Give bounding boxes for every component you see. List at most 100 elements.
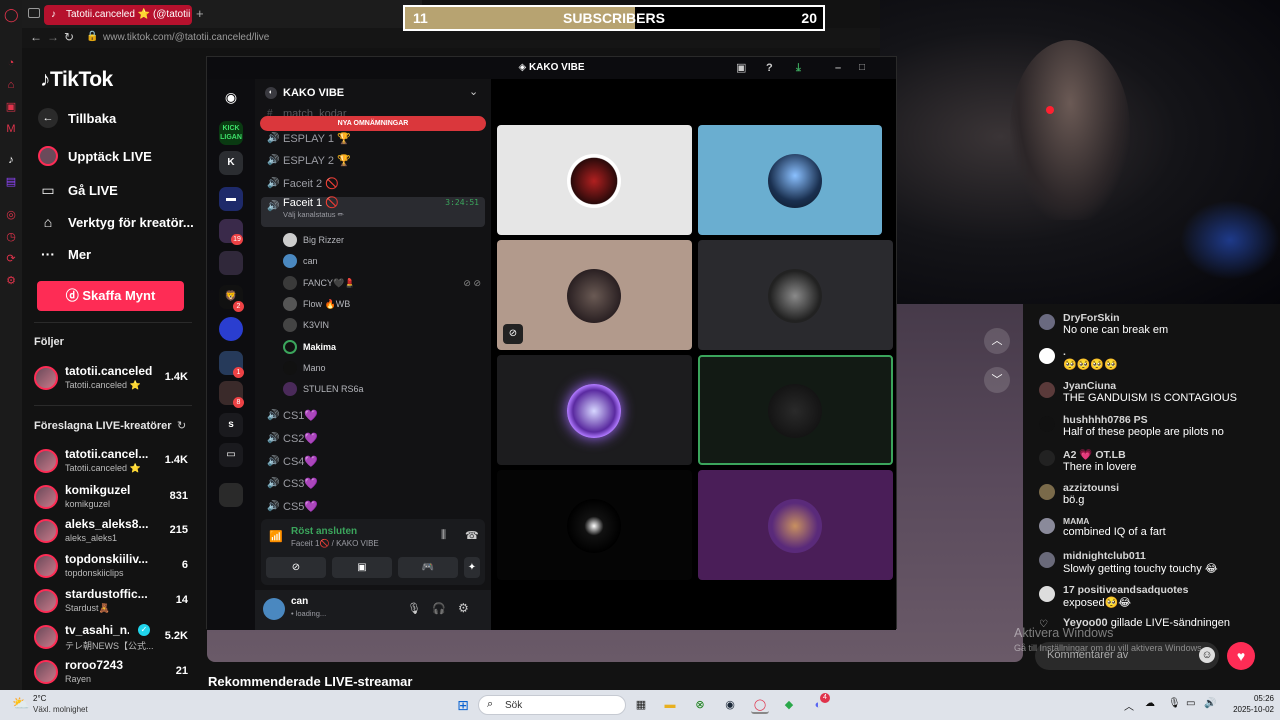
nav-upptack-live[interactable]: Upptäck LIVE: [38, 146, 152, 166]
voice-channel[interactable]: 🔊 CS1💜: [261, 406, 485, 426]
active-voice-channel[interactable]: 🔊 Faceit 1 🚫 Välj kanalstatus ✏ 3:24:51: [261, 197, 485, 227]
chat-message[interactable]: A2 💗 OT.LB There in lovere: [1039, 448, 1261, 473]
video-tile[interactable]: ⊘: [497, 240, 692, 350]
forward-icon[interactable]: →: [47, 30, 59, 44]
tab-tiktok[interactable]: ♪ Tatotii.canceled ⭐ (@tatotii: [44, 5, 192, 25]
camera-button[interactable]: ⊘: [266, 557, 326, 578]
video-tile[interactable]: [698, 125, 882, 235]
voice-user[interactable]: Flow 🔥WB: [283, 295, 350, 313]
next-stream-button[interactable]: ﹀: [984, 367, 1010, 393]
voice-channel[interactable]: 🔊 CS4💜: [261, 452, 485, 472]
server-k[interactable]: K: [219, 151, 243, 175]
clock-time[interactable]: 05:26: [1224, 694, 1274, 703]
suggested-account[interactable]: topdonskiiliv... topdonskiiclips 6: [34, 552, 192, 582]
sidebar-icon-1[interactable]: ◔: [4, 56, 18, 70]
tiktok-icon[interactable]: ♪: [4, 153, 18, 167]
gear-icon[interactable]: ⚙: [458, 601, 469, 615]
taskbar-search[interactable]: ⌕ Sök: [478, 695, 626, 715]
video-tile-speaking[interactable]: [698, 355, 893, 465]
voice-channel[interactable]: 🔊 CS3💜: [261, 474, 485, 494]
help-icon[interactable]: ?: [766, 57, 773, 79]
previous-stream-button[interactable]: ︿: [984, 328, 1010, 354]
windows-start-icon[interactable]: ⊞: [454, 696, 472, 714]
maximize-icon[interactable]: □: [859, 57, 865, 79]
weather-temp[interactable]: 2°C: [33, 694, 46, 703]
volume-icon[interactable]: 🔊: [1204, 698, 1216, 709]
voice-channel[interactable]: 🔊 CS5💜: [261, 497, 485, 517]
sidebar-icon-5[interactable]: ◎: [4, 208, 18, 222]
weather-icon[interactable]: ⛅: [12, 695, 29, 712]
get-coins-button[interactable]: ⓓ Skaffa Mynt: [37, 281, 184, 311]
voice-channel[interactable]: 🔊 Faceit 2 🚫: [261, 174, 485, 194]
cloud-icon[interactable]: ☁: [1145, 698, 1155, 709]
server-s[interactable]: s: [219, 413, 243, 437]
headphones-icon[interactable]: 🎧: [432, 602, 446, 615]
tray-chevron-icon[interactable]: ︿: [1124, 698, 1134, 713]
suggested-account[interactable]: aleks_aleks8... aleks_aleks1 215: [34, 517, 192, 547]
voice-channel[interactable]: 🔊 ESPLAY 1 🏆: [261, 129, 485, 149]
url-text[interactable]: www.tiktok.com/@tatotii.canceled/live: [103, 32, 269, 43]
chat-message[interactable]: midnightclub011 Slowly getting touchy tou…: [1039, 550, 1261, 575]
voice-user[interactable]: K3VIN: [283, 316, 329, 334]
sidebar-icon-2[interactable]: ⌂: [4, 78, 18, 92]
suggested-account[interactable]: komikguzel komikguzel 831: [34, 483, 192, 513]
suggested-account[interactable]: tv_asahi_n... ✓ テレ朝NEWS【公式... 5.2K: [34, 623, 192, 653]
new-tab-button[interactable]: +: [196, 6, 204, 21]
back-icon[interactable]: ←: [30, 30, 42, 44]
nav-creator-tools[interactable]: ⌂ Verktyg för kreatör...: [38, 212, 194, 232]
video-tile[interactable]: [698, 240, 893, 350]
reload-icon[interactable]: ↻: [64, 30, 74, 44]
clock-date[interactable]: 2025-10-02: [1224, 705, 1274, 714]
twitch-icon[interactable]: ▤: [4, 175, 18, 189]
opera-logo-icon[interactable]: ◯: [4, 8, 19, 22]
voice-user[interactable]: Big Rizzer: [283, 231, 344, 249]
voice-channel[interactable]: 🔊 CS2💜: [261, 429, 485, 449]
chat-message[interactable]: hushhhh0786 PS Half of these people are p…: [1039, 414, 1261, 438]
file-explorer-icon[interactable]: ▬: [661, 696, 679, 714]
chat-message[interactable]: MAMA combined IQ of a fart: [1039, 516, 1261, 538]
server-name[interactable]: KAKO VIBE: [283, 87, 344, 99]
history-icon[interactable]: ◷: [4, 230, 18, 244]
server-icon[interactable]: [219, 251, 243, 275]
nav-more[interactable]: ··· Mer: [38, 244, 91, 264]
chat-message[interactable]: JyanCiuna THE GANDUISM IS CONTAGIOUS: [1039, 380, 1261, 404]
voice-user[interactable]: FANCY🖤💄 ⊘ ⊘: [283, 274, 483, 292]
app-icon[interactable]: ◆: [780, 696, 798, 714]
chat-message[interactable]: azziztounsi bö.g: [1039, 482, 1261, 506]
inbox-icon[interactable]: ▣: [736, 57, 746, 79]
settings-icon[interactable]: ⚙: [4, 274, 18, 288]
sidebar-icon-4[interactable]: M: [4, 122, 18, 136]
steam-icon[interactable]: ◉: [721, 696, 739, 714]
microphone-tray-icon[interactable]: 🎙: [1168, 698, 1181, 709]
nav-ga-live[interactable]: ▭ Gå LIVE: [38, 180, 117, 200]
disconnect-icon[interactable]: ☎: [465, 529, 479, 542]
voice-user[interactable]: can: [283, 252, 318, 270]
server-folder[interactable]: ▬: [219, 187, 243, 211]
server-icon[interactable]: [219, 483, 243, 507]
screenshare-button[interactable]: ▣: [332, 557, 392, 578]
voice-user[interactable]: Mano: [283, 359, 326, 377]
chat-message[interactable]: 17 positiveandsadquotes exposed🥺😂: [1039, 584, 1261, 609]
microphone-icon[interactable]: 🎙: [407, 602, 421, 615]
voice-channel[interactable]: 🔊 ESPLAY 2 🏆: [261, 151, 485, 171]
avatar[interactable]: [263, 598, 285, 620]
chevron-down-icon[interactable]: ⌄: [469, 85, 478, 98]
download-icon[interactable]: ⤓: [796, 57, 801, 79]
back-button[interactable]: ← Tillbaka: [38, 108, 116, 128]
activity-button[interactable]: 🎮: [398, 557, 458, 578]
chat-message[interactable]: DryForSkin No one can break em: [1039, 312, 1261, 336]
voice-location[interactable]: Faceit 1🚫 / KAKO VIBE: [291, 539, 379, 548]
suggested-account[interactable]: tatotii.cancel... Tatotii.canceled ⭐ 1.4…: [34, 447, 192, 477]
soundboard-button[interactable]: ✦: [464, 557, 480, 578]
video-tile[interactable]: [497, 470, 692, 580]
server-icon[interactable]: ▭: [219, 443, 243, 467]
chat-message[interactable]: . 🥺🥺🥺🥺: [1039, 346, 1261, 371]
discord-home-icon[interactable]: ◉: [219, 85, 243, 109]
sidebar-icon-6[interactable]: ⟳: [4, 252, 18, 266]
video-tile[interactable]: [698, 470, 893, 580]
task-view-icon[interactable]: ▦: [632, 696, 650, 714]
sidebar-icon-3[interactable]: ▣: [4, 100, 18, 114]
refresh-icon[interactable]: ↻: [177, 419, 186, 432]
video-tile[interactable]: [497, 125, 692, 235]
suggested-account[interactable]: roroo7243 Rayen 21: [34, 658, 192, 688]
